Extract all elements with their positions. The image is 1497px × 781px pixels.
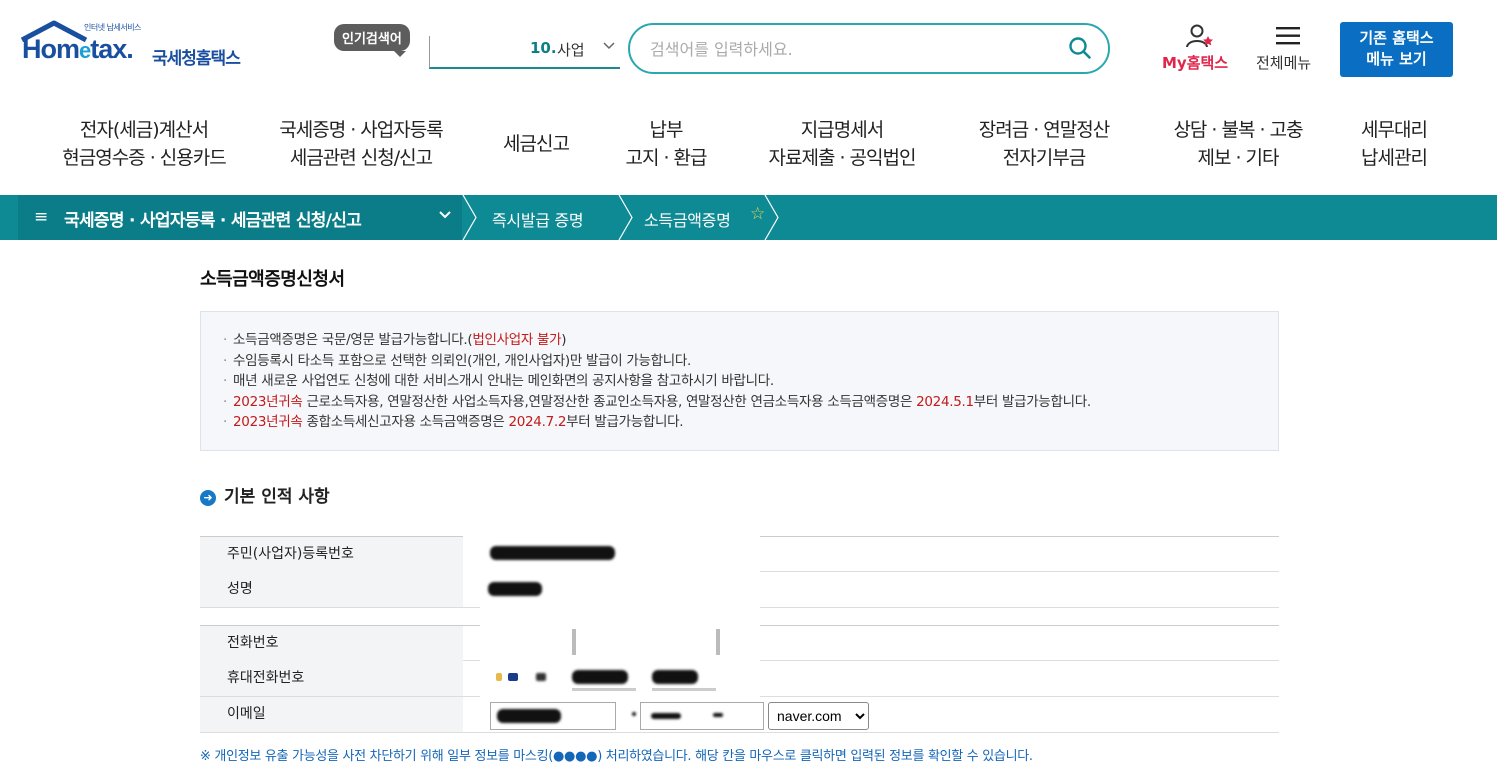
logo-korean-name: 국세청홈택스 <box>152 49 241 69</box>
email-at-mask <box>632 712 636 716</box>
user-star-icon <box>1186 24 1213 48</box>
search-icon[interactable] <box>1068 36 1092 60</box>
breadcrumb-level2[interactable]: 즉시발급 증명 <box>492 207 584 231</box>
gnb-label: 제보 · 기타 <box>1197 147 1279 169</box>
legacy-button-line1: 기존 홈택스 <box>1359 29 1434 47</box>
menu-lines-icon[interactable]: ≡ <box>34 207 48 227</box>
favorite-star-icon[interactable]: ☆ <box>750 204 765 224</box>
phone-label: 전화번호 <box>200 626 463 661</box>
header: 인터넷 납세서비스 Hometax. 국세청홈택스 인기검색어 10. 사업 M… <box>0 0 1497 98</box>
notice-line: 2023년귀속 근로소득자용, 연말정산한 사업소득자용,연말정산한 종교인소득… <box>223 392 1278 413</box>
mobile-masked-value <box>536 673 546 681</box>
gnb-label: 현금영수증 · 신용카드 <box>62 147 226 169</box>
gnb-label: 세금관련 신청/신고 <box>289 147 433 169</box>
input-underline <box>652 688 716 691</box>
gnb-label: 국세증명 · 사업자등록 <box>279 119 443 141</box>
logo-wordmark: Hometax. <box>22 34 134 64</box>
gnb-label: 세무대리 <box>1361 119 1428 141</box>
phone-divider <box>716 629 720 655</box>
arrow-right-circle-icon: ➜ <box>200 490 216 506</box>
name-label: 성명 <box>200 572 463 607</box>
gnb-label: 납세관리 <box>1361 147 1428 169</box>
notice-box: 소득금액증명은 국문/영문 발급가능합니다.(법인사업자 불가) 수임등록시 타… <box>200 311 1279 451</box>
page-title: 소득금액증명신청서 <box>200 269 345 290</box>
my-hometax-label: My홈택스 <box>1162 54 1229 72</box>
chevron-down-icon[interactable] <box>602 38 616 56</box>
gnb-label: 자료제출 · 공익법인 <box>768 147 917 169</box>
gnb-item-certificates[interactable]: 국세증명 · 사업자등록 세금관련 신청/신고 <box>262 116 460 172</box>
gnb-item-tax-filing[interactable]: 세금신고 <box>486 130 586 158</box>
email-id-masked <box>497 709 561 723</box>
legacy-button-line2: 메뉴 보기 <box>1366 50 1427 68</box>
email-domain-masked <box>651 713 681 719</box>
gnb-label: 고지 · 환급 <box>625 147 707 169</box>
gnb-item-consultation[interactable]: 상담 · 불복 · 고충 제보 · 기타 <box>1156 116 1320 172</box>
legacy-hometax-menu-button[interactable]: 기존 홈택스 메뉴 보기 <box>1340 22 1453 77</box>
gnb-label: 지급명세서 <box>800 119 884 141</box>
notice-line: 수임등록시 타소득 포함으로 선택한 의뢰인(개인, 개인사업자)만 발급이 가… <box>223 351 1278 372</box>
gnb-label: 세금신고 <box>503 133 570 155</box>
rrn-masked-value[interactable] <box>490 546 615 560</box>
popular-keyword-rank: 10. <box>530 39 557 57</box>
popular-keywords-badge: 인기검색어 <box>334 24 410 57</box>
mobile-masked-value <box>508 673 518 681</box>
search-box <box>628 23 1110 74</box>
all-menu-button[interactable]: 전체메뉴 <box>1254 24 1326 74</box>
input-underline <box>572 688 636 691</box>
mobile-masked-value[interactable] <box>652 670 698 684</box>
popular-keyword-text[interactable]: 사업 <box>557 39 585 60</box>
notice-line: 2023년귀속 종합소득세신고자용 소득금액증명은 2024.7.2부터 발급가… <box>223 412 1278 433</box>
gnb-label: 전자(세금)계산서 <box>79 119 209 141</box>
notice-line: 매년 새로운 사업연도 신청에 대한 서비스개시 안내는 메인화면의 공지사항을… <box>223 371 1278 392</box>
section-title-basic-info: ➜ 기본 인적 사항 <box>200 482 330 507</box>
breadcrumb-separator-icon <box>618 195 633 240</box>
all-menu-label: 전체메뉴 <box>1256 54 1312 72</box>
breadcrumb-root[interactable]: 국세증명 · 사업자등록 · 세금관련 신청/신고 <box>64 206 362 231</box>
notice-line: 소득금액증명은 국문/영문 발급가능합니다.(법인사업자 불가) <box>223 330 1278 351</box>
gnb-item-tax-agent[interactable]: 세무대리 납세관리 <box>1344 116 1444 172</box>
chevron-down-icon[interactable] <box>438 207 452 225</box>
gnb-item-statements[interactable]: 지급명세서 자료제출 · 공익법인 <box>752 116 932 172</box>
name-masked-value <box>488 582 542 596</box>
gnb-item-e-invoice[interactable]: 전자(세금)계산서 현금영수증 · 신용카드 <box>44 116 244 172</box>
hamburger-menu-icon <box>1276 27 1300 45</box>
rrn-label: 주민(사업자)등록번호 <box>200 537 463 572</box>
phone-divider <box>572 629 576 655</box>
breadcrumb-separator-icon <box>764 195 779 240</box>
breadcrumb: ≡ 국세증명 · 사업자등록 · 세금관련 신청/신고 즉시발급 증명 소득금액… <box>0 195 1497 240</box>
gnb-label: 장려금 · 연말정산 <box>978 119 1110 141</box>
logo-tagline: 인터넷 납세서비스 <box>84 23 141 32</box>
global-navigation: 전자(세금)계산서 현금영수증 · 신용카드 국세증명 · 사업자등록 세금관련… <box>0 98 1497 195</box>
gnb-item-payment[interactable]: 납부 고지 · 환급 <box>606 116 726 172</box>
search-input[interactable] <box>650 37 1050 61</box>
mobile-masked-value <box>496 673 502 681</box>
privacy-masking-notice: ※ 개인정보 유출 가능성을 사전 차단하기 위해 일부 정보를 마스킹(●●●… <box>200 749 1033 764</box>
my-hometax-button[interactable]: My홈택스 <box>1160 24 1240 74</box>
email-label: 이메일 <box>200 697 463 732</box>
gnb-label: 전자기부금 <box>1002 147 1086 169</box>
email-id-field[interactable] <box>490 702 616 730</box>
email-domain-masked <box>713 713 723 717</box>
breadcrumb-separator-icon <box>462 195 477 240</box>
mobile-masked-value[interactable] <box>572 670 628 684</box>
email-domain-field[interactable] <box>640 702 764 730</box>
gnb-label: 납부 <box>649 119 684 141</box>
breadcrumb-level3[interactable]: 소득금액증명 <box>644 207 731 231</box>
gnb-label: 상담 · 불복 · 고충 <box>1173 119 1303 141</box>
gnb-item-incentives[interactable]: 장려금 · 연말정산 전자기부금 <box>962 116 1126 172</box>
email-domain-select[interactable]: naver.com <box>768 702 869 730</box>
mobile-label: 휴대전화번호 <box>200 661 463 696</box>
popular-keyword-rolling[interactable]: 10. 사업 <box>429 36 620 69</box>
hometax-logo[interactable]: 인터넷 납세서비스 Hometax. 국세청홈택스 <box>20 20 265 72</box>
